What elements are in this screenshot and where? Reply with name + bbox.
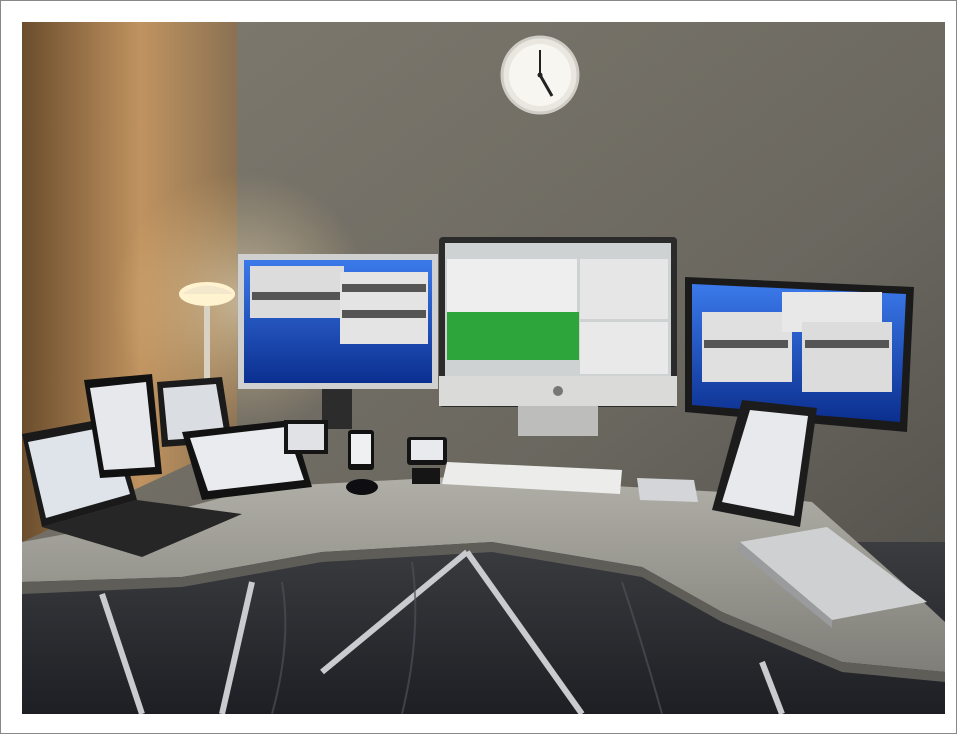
image-frame <box>0 0 957 734</box>
wall-clock-icon <box>500 35 580 115</box>
center-imac <box>439 237 677 436</box>
office-photo <box>22 22 945 714</box>
